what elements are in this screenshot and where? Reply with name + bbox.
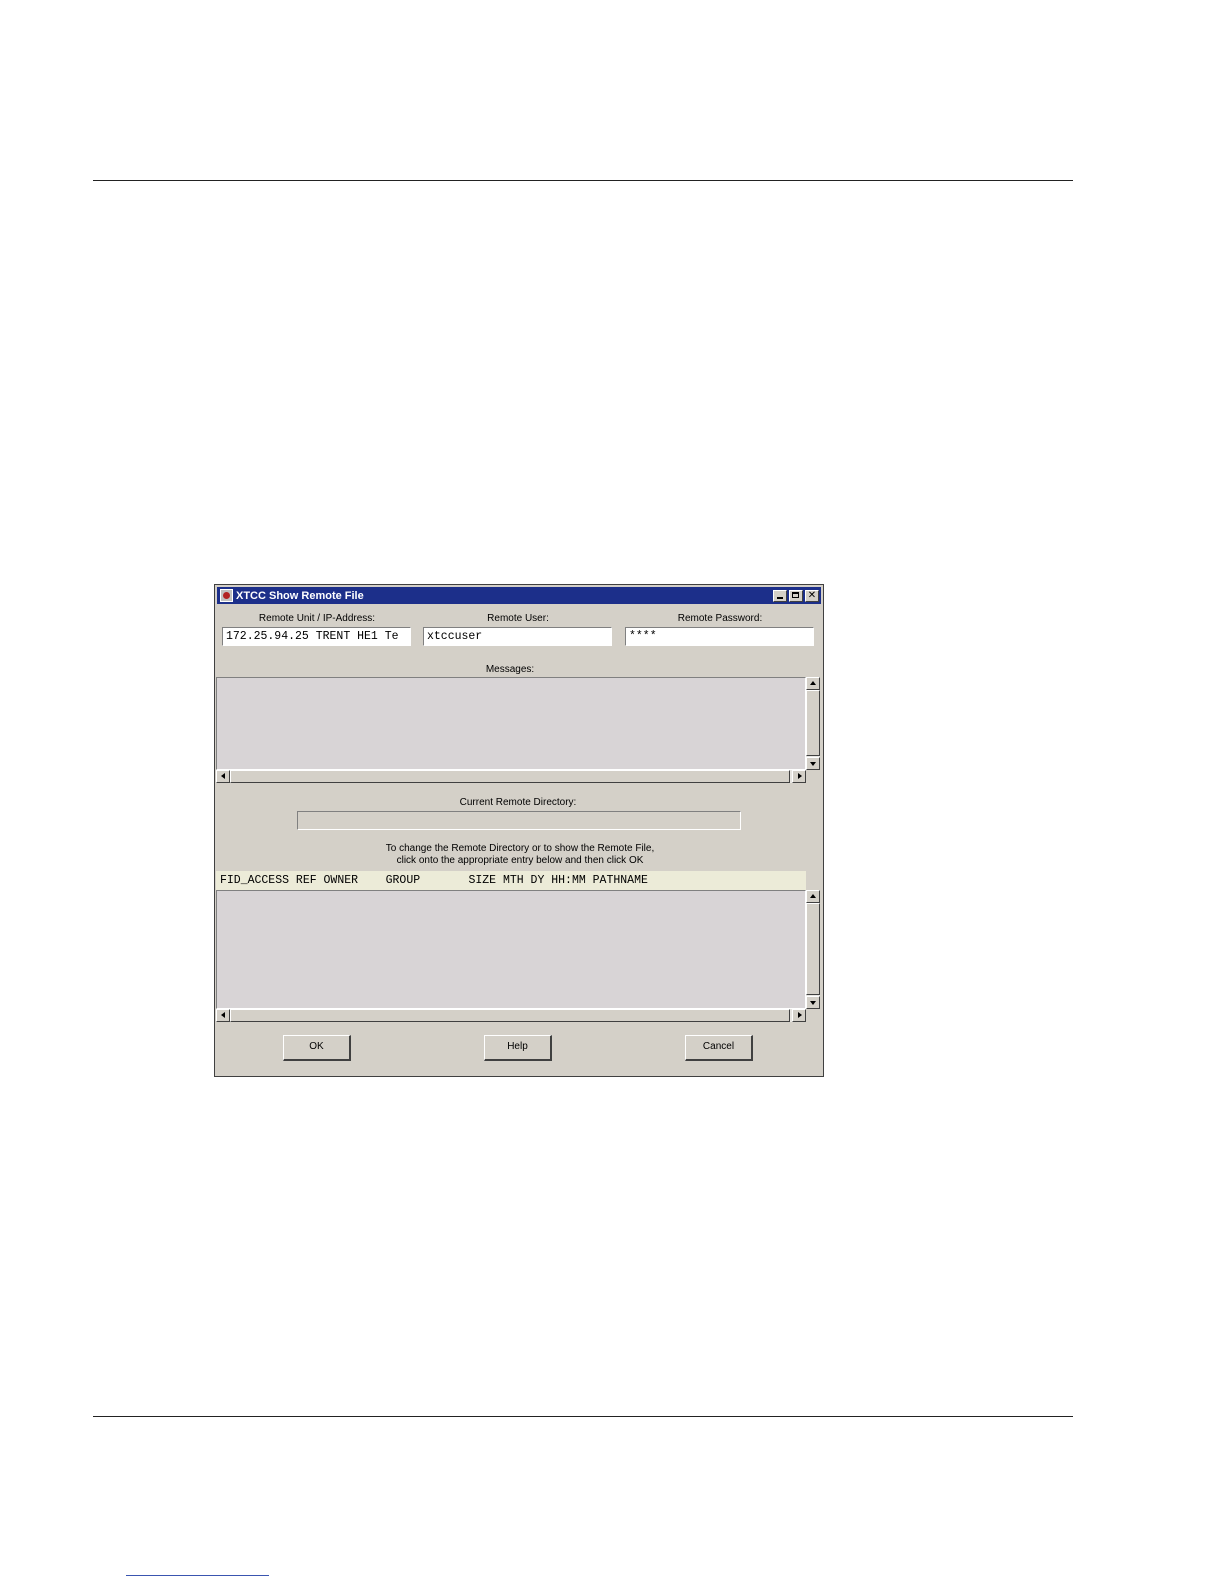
remote-password-input[interactable]: **** [625,627,814,646]
maximize-icon[interactable] [789,589,803,602]
scroll-left-icon[interactable] [216,1009,230,1022]
scroll-down-icon[interactable] [806,757,820,770]
remote-unit-input[interactable]: 172.25.94.25 TRENT HE1 Te [222,627,411,646]
messages-horizontal-scrollbar[interactable] [216,770,806,783]
messages-label: Messages: [485,664,535,675]
current-directory-label: Current Remote Directory: [459,797,577,808]
page-bottom-rule [93,1416,1073,1417]
scroll-thumb[interactable] [230,1009,790,1022]
file-list-vertical-scrollbar[interactable] [806,890,820,1009]
close-icon[interactable]: ✕ [805,589,819,602]
scroll-right-icon[interactable] [792,770,806,783]
scroll-thumb[interactable] [806,690,820,756]
remote-user-input[interactable]: xtccuser [423,627,612,646]
scroll-left-icon[interactable] [216,770,230,783]
scroll-right-icon[interactable] [792,1009,806,1022]
current-directory-field [297,811,741,830]
remote-password-label: Remote Password: [677,613,763,624]
file-list-horizontal-scrollbar[interactable] [216,1009,806,1022]
help-button[interactable]: Help [484,1035,552,1061]
app-icon[interactable] [220,589,233,602]
remote-unit-label: Remote Unit / IP-Address: [258,613,376,624]
ok-button[interactable]: OK [283,1035,351,1061]
title-bar[interactable]: XTCC Show Remote File ✕ [217,587,821,604]
window-title: XTCC Show Remote File [236,589,364,602]
page-top-rule [93,180,1073,181]
scroll-down-icon[interactable] [806,996,820,1009]
file-list-header: FID_ACCESS REF OWNER GROUP SIZE MTH DY H… [216,871,806,890]
remote-user-label: Remote User: [487,613,549,624]
messages-vertical-scrollbar[interactable] [806,677,820,770]
file-list[interactable] [216,890,806,1009]
instruction-line-1: To change the Remote Directory or to sho… [385,843,655,854]
cancel-button[interactable]: Cancel [685,1035,753,1061]
scroll-thumb[interactable] [230,770,790,783]
scroll-thumb[interactable] [806,903,820,995]
scroll-up-icon[interactable] [806,890,820,903]
minimize-icon[interactable] [773,589,787,602]
footer-link-underline [126,1575,269,1576]
messages-area[interactable] [216,677,806,770]
scroll-up-icon[interactable] [806,677,820,690]
instruction-line-2: click onto the appropriate entry below a… [396,855,644,866]
